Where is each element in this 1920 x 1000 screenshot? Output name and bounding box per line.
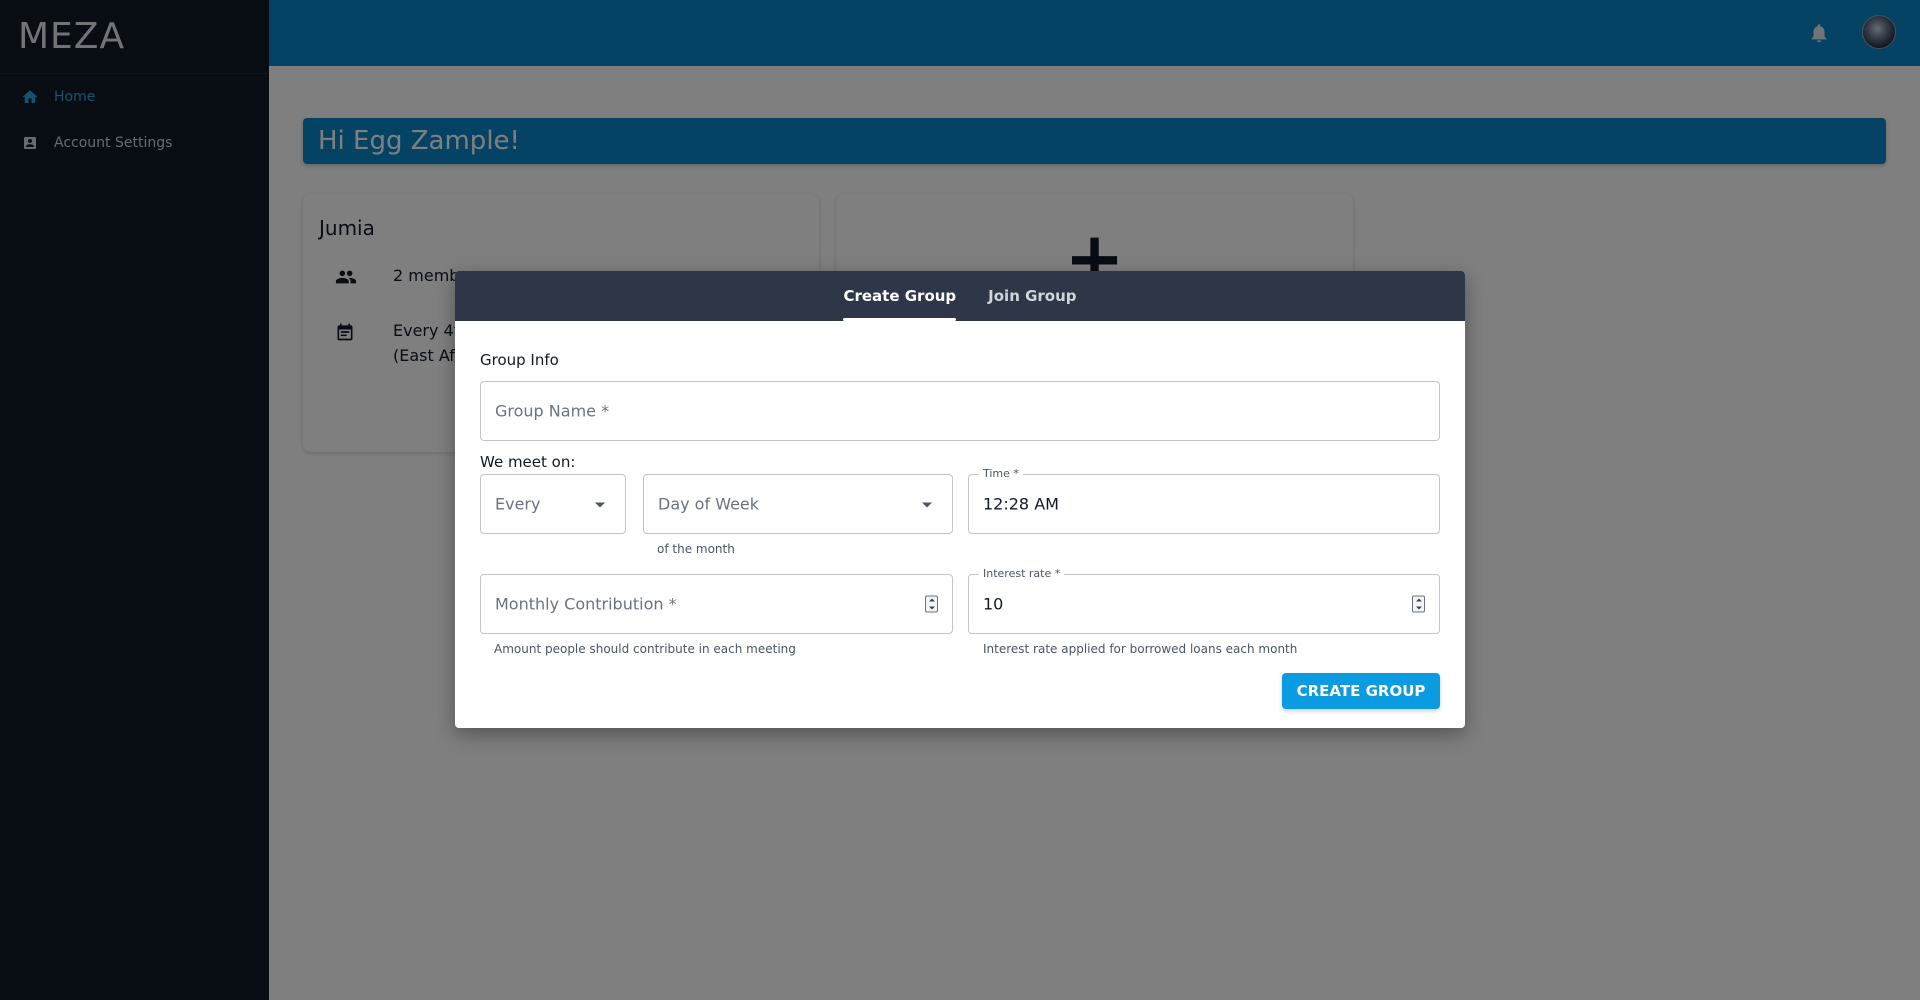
- day-of-week-select[interactable]: Day of Week: [643, 474, 953, 534]
- chevron-down-icon: [595, 502, 605, 508]
- monthly-contribution-input[interactable]: Monthly Contribution *: [480, 574, 953, 634]
- number-stepper[interactable]: [925, 595, 938, 613]
- tab-create-group[interactable]: Create Group: [843, 271, 956, 321]
- interest-rate-label: Interest rate *: [979, 567, 1065, 580]
- every-select-placeholder: Every: [495, 494, 541, 514]
- tab-join-group[interactable]: Join Group: [988, 271, 1076, 321]
- modal-tabs: Create Group Join Group: [455, 271, 1465, 321]
- interest-rate-value: 10: [983, 594, 1004, 614]
- day-of-week-placeholder: Day of Week: [658, 494, 760, 514]
- group-name-placeholder: Group Name *: [495, 401, 610, 421]
- create-group-button[interactable]: CREATE GROUP: [1282, 673, 1440, 709]
- interest-rate-input[interactable]: Interest rate * 10: [968, 567, 1440, 634]
- time-value: 12:28 AM: [983, 494, 1059, 514]
- create-group-modal: Create Group Join Group Group Info Group…: [455, 271, 1465, 728]
- day-of-week-helper: of the month: [657, 542, 735, 556]
- contribution-helper: Amount people should contribute in each …: [494, 642, 796, 656]
- number-stepper[interactable]: [1412, 595, 1425, 613]
- every-select[interactable]: Every: [480, 474, 626, 534]
- time-field[interactable]: Time * 12:28 AM: [968, 467, 1440, 534]
- interest-rate-helper: Interest rate applied for borrowed loans…: [983, 642, 1298, 656]
- time-label: Time *: [979, 467, 1023, 480]
- group-name-input[interactable]: Group Name *: [480, 381, 1440, 441]
- section-title: Group Info: [480, 351, 559, 369]
- chevron-down-icon: [922, 502, 932, 508]
- monthly-contribution-placeholder: Monthly Contribution *: [495, 594, 677, 614]
- meet-on-label: We meet on:: [480, 453, 576, 471]
